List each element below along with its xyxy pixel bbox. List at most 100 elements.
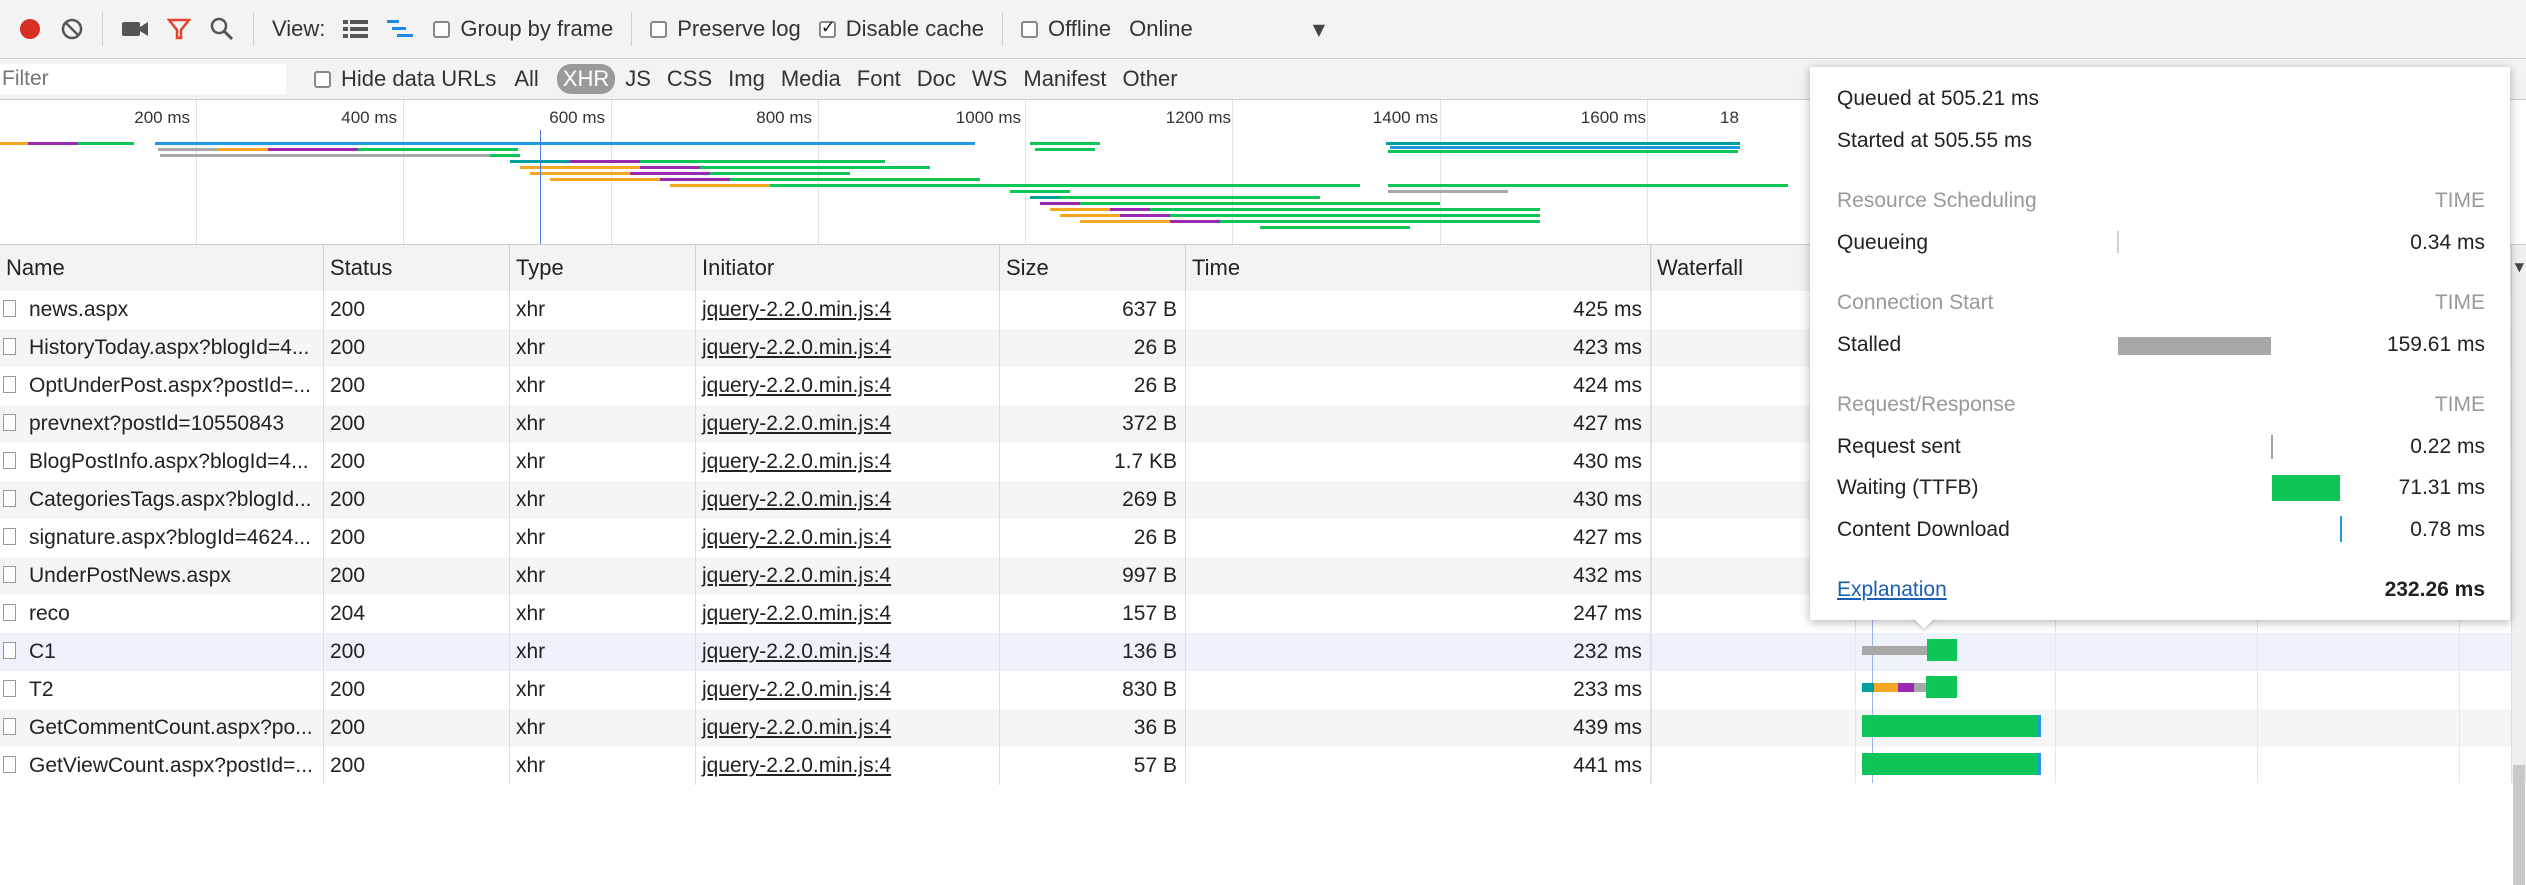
overview-bar <box>1000 184 1360 187</box>
cell-status: 200 <box>324 709 510 747</box>
filter-input[interactable] <box>0 64 286 94</box>
type-filter-doc[interactable]: Doc <box>911 64 962 94</box>
cell-status: 200 <box>324 329 510 367</box>
overview-bar <box>158 148 218 151</box>
overview-bar <box>1220 220 1540 223</box>
search-icon[interactable] <box>209 16 235 42</box>
initiator-link[interactable]: jquery-2.2.0.min.js:4 <box>702 754 891 777</box>
overview-bar <box>0 142 28 145</box>
table-row[interactable]: C1 200 xhr jquery-2.2.0.min.js:4 136 B 232 ms <box>0 633 2526 671</box>
initiator-link[interactable]: jquery-2.2.0.min.js:4 <box>702 298 891 321</box>
hide-data-urls-checkbox[interactable]: Hide data URLs <box>314 66 496 92</box>
column-header-size[interactable]: Size <box>1000 245 1186 291</box>
overview-bar <box>1260 226 1410 229</box>
initiator-link[interactable]: jquery-2.2.0.min.js:4 <box>702 564 891 587</box>
camera-icon[interactable] <box>121 18 149 40</box>
overview-bar <box>660 178 730 181</box>
toolbar-divider <box>253 12 254 46</box>
waterfall-waiting-bar <box>1862 753 2040 775</box>
cell-waterfall[interactable] <box>1651 633 2512 671</box>
initiator-link[interactable]: jquery-2.2.0.min.js:4 <box>702 526 891 549</box>
overview-tick-label: 600 ms <box>549 108 605 127</box>
cell-waterfall[interactable] <box>1651 709 2512 747</box>
column-header-name[interactable]: Name <box>0 245 324 291</box>
time-column-header: TIME <box>2434 291 2485 314</box>
group-by-frame-checkbox[interactable]: Group by frame <box>433 16 613 42</box>
type-filter-img[interactable]: Img <box>722 64 771 94</box>
waiting-ttfb-bar <box>2272 475 2340 501</box>
list-view-icon[interactable] <box>343 19 369 39</box>
explanation-link[interactable]: Explanation <box>1837 578 1947 602</box>
overview-bar <box>160 154 490 157</box>
preserve-log-checkbox[interactable]: Preserve log <box>650 16 801 42</box>
type-filter-font[interactable]: Font <box>851 64 907 94</box>
cell-time: 441 ms <box>1186 747 1651 785</box>
cell-status: 200 <box>324 633 510 671</box>
cell-type: xhr <box>510 747 696 785</box>
waterfall-request-bar <box>1898 683 1914 692</box>
table-row[interactable]: T2 200 xhr jquery-2.2.0.min.js:4 830 B 233 ms <box>0 671 2526 709</box>
type-filter-media[interactable]: Media <box>775 64 847 94</box>
column-header-status[interactable]: Status <box>324 245 510 291</box>
waterfall-stalled-bar <box>1862 646 1927 655</box>
type-filter-manifest[interactable]: Manifest <box>1017 64 1112 94</box>
initiator-link[interactable]: jquery-2.2.0.min.js:4 <box>702 488 891 511</box>
overview-bar <box>1040 202 1080 205</box>
column-header-initiator[interactable]: Initiator <box>696 245 1000 291</box>
initiator-link[interactable]: jquery-2.2.0.min.js:4 <box>702 374 891 397</box>
overview-bar <box>700 166 930 169</box>
cell-size: 372 B <box>1000 405 1186 443</box>
overview-bar <box>1170 214 1540 217</box>
initiator-link[interactable]: jquery-2.2.0.min.js:4 <box>702 336 891 359</box>
overview-bar <box>520 166 640 169</box>
cell-initiator: jquery-2.2.0.min.js:4 <box>696 671 1000 709</box>
type-filter-other[interactable]: Other <box>1117 64 1184 94</box>
cell-name: CategoriesTags.aspx?blogId... <box>0 481 324 519</box>
timing-popover: Queued at 505.21 ms Started at 505.55 ms… <box>1810 67 2510 620</box>
type-filter-xhr[interactable]: XHR <box>556 64 616 94</box>
throttling-select[interactable]: Online ▼ <box>1129 16 1325 42</box>
table-row[interactable]: GetCommentCount.aspx?po... 200 xhr jquery-2… <box>0 709 2526 747</box>
cell-name: BlogPostInfo.aspx?blogId=4... <box>0 443 324 481</box>
type-filter-js[interactable]: JS <box>619 64 657 94</box>
offline-checkbox[interactable]: Offline <box>1020 16 1111 42</box>
vertical-scrollbar[interactable] <box>2511 245 2526 885</box>
type-filter-ws[interactable]: WS <box>966 64 1013 94</box>
cell-waterfall[interactable] <box>1651 747 2512 785</box>
overview-bar <box>710 172 850 175</box>
overview-bar <box>640 160 885 163</box>
throttling-value: Online <box>1129 16 1193 41</box>
initiator-link[interactable]: jquery-2.2.0.min.js:4 <box>702 412 891 435</box>
cell-name: C1 <box>0 633 324 671</box>
checkbox-icon <box>433 20 451 38</box>
type-filter-all[interactable]: All <box>508 64 544 94</box>
cell-waterfall[interactable] <box>1651 671 2512 709</box>
overview-bar <box>570 160 640 163</box>
overview-bar <box>1030 196 1060 199</box>
overview-bar <box>670 184 770 187</box>
cell-size: 157 B <box>1000 595 1186 633</box>
waterfall-view-icon[interactable] <box>387 19 415 39</box>
record-icon[interactable] <box>18 17 42 41</box>
table-row[interactable]: GetViewCount.aspx?postId=... 200 xhr jquery… <box>0 747 2526 785</box>
cell-size: 830 B <box>1000 671 1186 709</box>
initiator-link[interactable]: jquery-2.2.0.min.js:4 <box>702 640 891 663</box>
column-header-type[interactable]: Type <box>510 245 696 291</box>
cell-time: 439 ms <box>1186 709 1651 747</box>
filter-icon[interactable] <box>167 17 191 41</box>
initiator-link[interactable]: jquery-2.2.0.min.js:4 <box>702 716 891 739</box>
type-filter-css[interactable]: CSS <box>661 64 718 94</box>
scrollbar-thumb[interactable] <box>2513 765 2525 885</box>
column-header-time[interactable]: Time <box>1186 245 1651 291</box>
cell-status: 200 <box>324 557 510 595</box>
overview-bar <box>1170 220 1220 223</box>
cell-name: reco <box>0 595 324 633</box>
clear-icon[interactable] <box>60 17 84 41</box>
disable-cache-checkbox[interactable]: Disable cache <box>818 16 984 42</box>
cell-time: 232 ms <box>1186 633 1651 671</box>
initiator-link[interactable]: jquery-2.2.0.min.js:4 <box>702 602 891 625</box>
cell-status: 200 <box>324 291 510 329</box>
initiator-link[interactable]: jquery-2.2.0.min.js:4 <box>702 678 891 701</box>
popover-arrow <box>1912 617 1936 629</box>
initiator-link[interactable]: jquery-2.2.0.min.js:4 <box>702 450 891 473</box>
